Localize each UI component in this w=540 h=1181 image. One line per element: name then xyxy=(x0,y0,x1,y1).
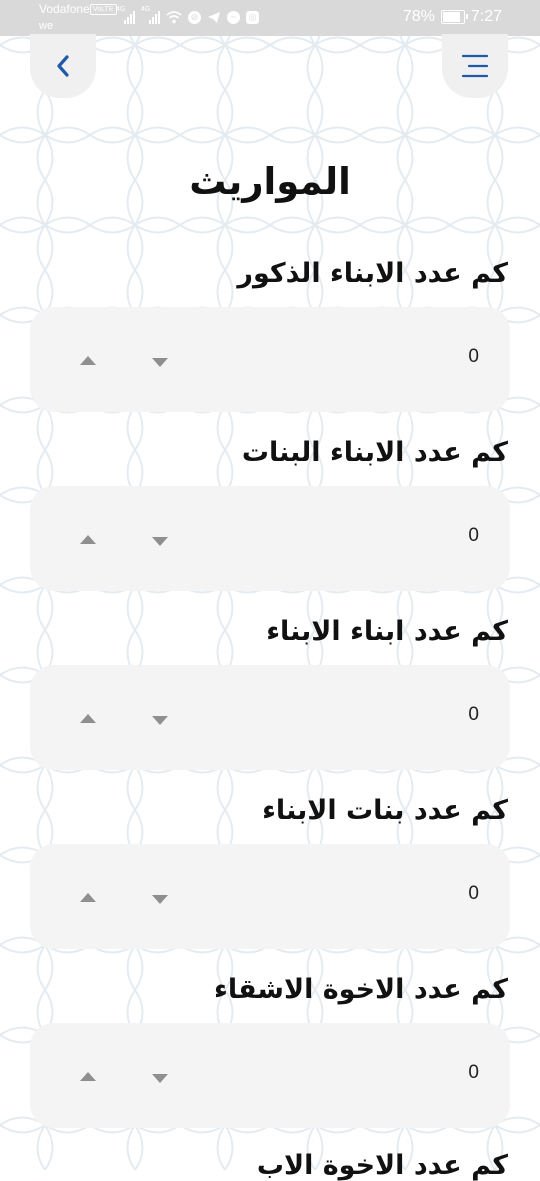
carrier-name-secondary: we xyxy=(39,20,54,32)
number-input-daughters[interactable]: 0 xyxy=(30,486,510,591)
menu-button[interactable] xyxy=(442,34,508,98)
battery-icon xyxy=(440,10,468,24)
input-value: 0 xyxy=(468,1062,479,1083)
carrier-name: Vodafone xyxy=(39,2,90,16)
number-input-grandsons[interactable]: 0 xyxy=(30,665,510,770)
increment-arrow-icon[interactable] xyxy=(80,535,96,544)
number-input-full-brothers[interactable]: 0 xyxy=(30,1023,510,1128)
input-value: 0 xyxy=(468,525,479,546)
number-input-sons[interactable]: 0 xyxy=(30,307,510,412)
wifi-icon xyxy=(166,11,182,24)
number-input-granddaughters[interactable]: 0 xyxy=(30,844,510,949)
telegram-icon xyxy=(208,12,220,23)
menu-icon xyxy=(461,54,489,78)
messenger-icon: ~ xyxy=(227,11,240,24)
status-icons: 4G 4G ⊘ ~ ◎ xyxy=(116,6,259,24)
question-label-daughters: كم عدد الابناء البنات xyxy=(241,437,508,468)
input-value: 0 xyxy=(468,883,479,904)
back-button[interactable] xyxy=(30,34,96,98)
increment-arrow-icon[interactable] xyxy=(80,714,96,723)
signal-icon-2: 4G xyxy=(141,6,160,24)
decrement-arrow-icon[interactable] xyxy=(152,1074,168,1083)
page-title: المواريث xyxy=(189,160,351,203)
decrement-arrow-icon[interactable] xyxy=(152,716,168,725)
increment-arrow-icon[interactable] xyxy=(80,893,96,902)
status-bar: Vodafone VoLTE we 4G 4G ⊘ ~ ◎ 78% 7:27 xyxy=(0,0,540,36)
question-label-sons: كم عدد الابناء الذكور xyxy=(237,258,508,289)
question-label-granddaughters: كم عدد بنات الابناء xyxy=(262,795,508,826)
input-value: 0 xyxy=(468,704,479,725)
question-label-paternal-brothers: كم عدد الاخوة الاب xyxy=(256,1150,508,1181)
decrement-arrow-icon[interactable] xyxy=(152,895,168,904)
do-not-disturb-icon: ⊘ xyxy=(188,11,201,24)
input-value: 0 xyxy=(468,346,479,367)
question-label-full-brothers: كم عدد الاخوة الاشقاء xyxy=(214,974,508,1005)
increment-arrow-icon[interactable] xyxy=(80,356,96,365)
volte-badge: VoLTE xyxy=(90,4,117,15)
decrement-arrow-icon[interactable] xyxy=(152,537,168,546)
increment-arrow-icon[interactable] xyxy=(80,1072,96,1081)
browser-icon: ◎ xyxy=(246,11,259,24)
decrement-arrow-icon[interactable] xyxy=(152,358,168,367)
battery-percent: 78% xyxy=(402,8,435,25)
signal-icon: 4G xyxy=(116,6,135,24)
chevron-left-icon xyxy=(57,55,69,77)
clock: 7:27 xyxy=(470,8,502,25)
question-label-grandsons: كم عدد ابناء الابناء xyxy=(266,616,508,647)
